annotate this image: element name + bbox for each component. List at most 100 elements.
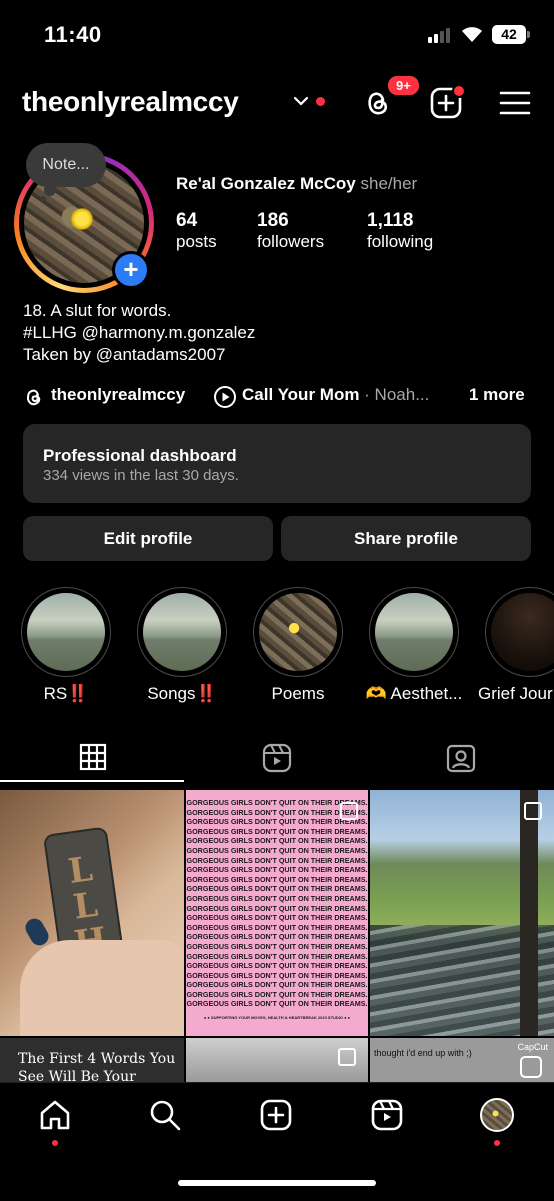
poster-line: GORGEOUS GIRLS DON'T QUIT ON THEIR DREAM… [186,980,368,990]
grid-tab-icon[interactable] [79,743,107,771]
highlight-cover [259,593,337,671]
poster-line: GORGEOUS GIRLS DON'T QUIT ON THEIR DREAM… [186,826,368,836]
capcut-label: CapCut [517,1042,548,1052]
home-icon[interactable] [38,1098,72,1132]
dashboard-subtitle: 334 views in the last 30 days. [43,467,239,484]
play-circle-icon [214,386,236,408]
highlight-cover [27,593,105,671]
search-icon[interactable] [148,1098,182,1132]
poster-line: GORGEOUS GIRLS DON'T QUIT ON THEIR DREAM… [186,874,368,884]
add-story-button[interactable]: + [112,251,150,289]
note-bubble[interactable]: Note... [26,143,106,187]
reels-tab-icon[interactable] [262,743,292,773]
profile-username[interactable]: theonlyrealmccy [22,86,239,118]
threads-notification-badge: 9+ [386,74,421,97]
active-tab-indicator [0,780,184,782]
bio-line: 18. A slut for words. [23,301,172,320]
poster-line: GORGEOUS GIRLS DON'T QUIT ON THEIR DREAM… [186,941,368,951]
music-link[interactable]: Call Your Mom · Noah... [242,385,429,405]
post-thumbnail[interactable]: thought i'd end up with ;) CapCut [370,1038,554,1082]
poster-line: GORGEOUS GIRLS DON'T QUIT ON THEIR DREAM… [186,884,368,894]
dashboard-title: Professional dashboard [43,446,237,465]
poster-line: GORGEOUS GIRLS DON'T QUIT ON THEIR DREAM… [186,845,368,855]
tree-trunk [520,790,538,1036]
stat-followers[interactable]: 186 followers [257,210,324,252]
stat-following[interactable]: 1,118 following [367,210,433,252]
create-icon[interactable] [259,1098,293,1132]
poster-footer: ● ● SUPPORTING YOUR MOVES, HEALTH & HEAR… [203,1015,351,1021]
status-time: 11:40 [44,22,102,47]
post-thumbnail[interactable]: LLHG [0,790,184,1036]
carousel-icon [340,802,358,820]
poster-line: GORGEOUS GIRLS DON'T QUIT ON THEIR DREAM… [186,999,368,1009]
carousel-icon [524,802,542,820]
song-title: Call Your Mom [242,385,360,404]
post-thumbnail[interactable]: The First 4 Words You See Will Be Your [0,1038,184,1082]
poster-line: GORGEOUS GIRLS DON'T QUIT ON THEIR DREAM… [186,855,368,865]
home-notification-dot [52,1140,58,1146]
stat-label: followers [257,232,325,251]
post-thumbnail[interactable] [186,1038,368,1082]
poster-line: GORGEOUS GIRLS DON'T QUIT ON THEIR DREAM… [186,922,368,932]
reel-icon [520,1056,542,1078]
cellular-signal-icon [428,27,454,43]
poster-line: GORGEOUS GIRLS DON'T QUIT ON THEIR DREAM… [186,893,368,903]
stat-value: 1,118 [367,210,414,231]
poster-line: GORGEOUS GIRLS DON'T QUIT ON THEIR DREAM… [186,865,368,875]
highlight-label: Songs‼️ [147,684,217,703]
share-profile-button[interactable]: Share profile [281,516,531,561]
highlight-label: Grief Jour [478,684,553,703]
stat-label: posts [176,232,217,251]
more-links-button[interactable]: 1 more [469,385,525,405]
full-name-text: Re'al Gonzalez McCoy [176,174,356,193]
profile-notification-dot [494,1140,500,1146]
bio-line[interactable]: Taken by @antadams2007 [23,344,226,366]
highlight-label: Poems [271,684,325,703]
poster-line: GORGEOUS GIRLS DON'T QUIT ON THEIR DREAM… [186,989,368,999]
pronouns: she/her [360,174,418,193]
fingernail [22,915,52,949]
stat-value: 186 [257,210,289,231]
stat-label: following [367,232,434,251]
wifi-icon [462,27,482,42]
threads-small-icon [26,389,41,406]
poster-text-block: GORGEOUS GIRLS DON'T QUIT ON THEIR DREAM… [186,798,368,1009]
edit-profile-button[interactable]: Edit profile [23,516,273,561]
hand-shape [20,940,184,1036]
chevron-down-icon[interactable] [293,94,309,108]
poster-line: GORGEOUS GIRLS DON'T QUIT ON THEIR DREAM… [186,961,368,971]
highlight-label: 🫶 Aesthet... [365,684,463,703]
avatar-flower [70,208,94,230]
threads-link[interactable]: theonlyrealmccy [51,385,185,405]
home-indicator [178,1180,376,1186]
poster-line: GORGEOUS GIRLS DON'T QUIT ON THEIR DREAM… [186,836,368,846]
profile-full-name: Re'al Gonzalez McCoy she/her [176,174,417,194]
menu-icon[interactable] [498,86,532,120]
post-thumbnail[interactable] [370,790,554,1036]
battery-indicator: 42 [492,25,526,44]
stat-posts[interactable]: 64 posts [176,210,217,252]
reels-icon[interactable] [370,1098,404,1132]
battery-tip [527,31,530,38]
post-thumbnail[interactable]: GORGEOUS GIRLS DON'T QUIT ON THEIR DREAM… [186,790,368,1036]
note-bubble-tail [44,184,56,196]
tagged-tab-icon[interactable] [446,743,476,773]
create-notification-dot [452,84,466,98]
poster-line: GORGEOUS GIRLS DON'T QUIT ON THEIR DREAM… [186,970,368,980]
profile-avatar-nav[interactable] [480,1098,514,1132]
note-bubble-tail-small [40,196,46,202]
post-caption: The First 4 Words You See Will Be Your [18,1051,176,1082]
highlight-cover [143,593,221,671]
poster-line: GORGEOUS GIRLS DON'T QUIT ON THEIR DREAM… [186,951,368,961]
song-artist: · Noah... [359,385,430,404]
bio-line[interactable]: #LLHG @harmony.m.gonzalez [23,322,255,344]
poster-line: GORGEOUS GIRLS DON'T QUIT ON THEIR DREAM… [186,932,368,942]
post-caption: thought i'd end up with ;) [374,1048,472,1058]
carousel-icon [338,1048,356,1066]
highlight-label: RS‼️ [43,684,89,703]
stat-value: 64 [176,210,198,231]
account-notification-dot [316,97,325,106]
poster-line: GORGEOUS GIRLS DON'T QUIT ON THEIR DREAM… [186,903,368,913]
highlight-cover [375,593,453,671]
poster-line: GORGEOUS GIRLS DON'T QUIT ON THEIR DREAM… [186,913,368,923]
